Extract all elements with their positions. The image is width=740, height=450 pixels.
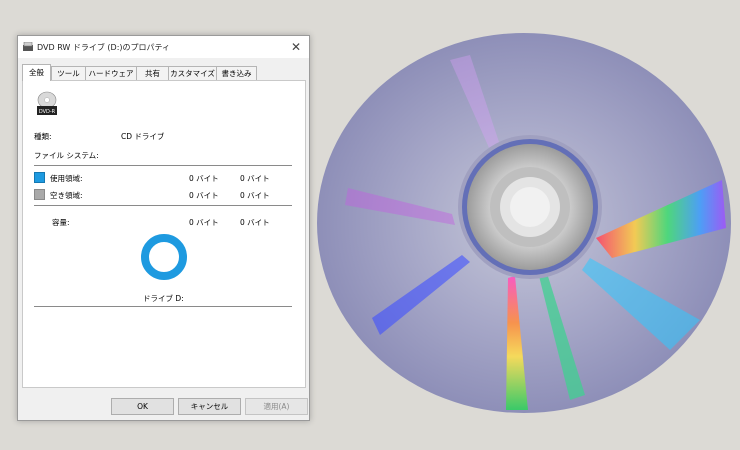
disk-usage-donut — [141, 234, 187, 280]
capacity-size: 0 バイト — [240, 218, 270, 227]
title-bar: DVD RW ドライブ (D:)のプロパティ ✕ — [18, 36, 309, 58]
free-space-label: 空き領域: — [50, 191, 83, 200]
ok-button[interactable]: OK — [111, 398, 174, 415]
cancel-button[interactable]: キャンセル — [178, 398, 241, 415]
free-space-bytes: 0 バイト — [189, 191, 219, 200]
capacity-bytes: 0 バイト — [189, 218, 219, 227]
capacity-label: 容量: — [52, 218, 70, 227]
tab-hardware[interactable]: ハードウェア — [85, 66, 137, 80]
tab-recording[interactable]: 書き込み — [216, 66, 257, 80]
tab-sharing[interactable]: 共有 — [136, 66, 169, 80]
drive-caption: ドライブ D: — [143, 294, 184, 303]
type-label: 種類: — [34, 132, 52, 141]
separator-bottom — [34, 306, 292, 307]
separator-middle — [34, 205, 292, 206]
tab-general[interactable]: 全般 — [22, 64, 51, 81]
used-space-swatch — [34, 172, 45, 183]
general-tab-panel: DVD-R 種類: CD ドライブ ファイル システム: 使用領域: 0 バイト… — [22, 80, 306, 388]
apply-button[interactable]: 適用(A) — [245, 398, 308, 415]
used-space-label: 使用領域: — [50, 174, 83, 183]
close-icon[interactable]: ✕ — [285, 38, 307, 56]
filesystem-label: ファイル システム: — [34, 151, 99, 160]
free-space-swatch — [34, 189, 45, 200]
drive-properties-dialog: DVD RW ドライブ (D:)のプロパティ ✕ 全般 ツール ハードウェア 共… — [17, 35, 310, 421]
dvd-r-icon: DVD-R — [37, 91, 57, 115]
type-value: CD ドライブ — [121, 132, 165, 141]
drive-icon — [23, 42, 33, 51]
drive-icon-label: DVD-R — [39, 109, 56, 115]
used-space-bytes: 0 バイト — [189, 174, 219, 183]
dialog-title: DVD RW ドライブ (D:)のプロパティ — [37, 43, 171, 52]
used-space-size: 0 バイト — [240, 174, 270, 183]
tab-customize[interactable]: カスタマイズ — [168, 66, 217, 80]
separator-top — [34, 165, 292, 166]
free-space-size: 0 バイト — [240, 191, 270, 200]
tab-tools[interactable]: ツール — [51, 66, 86, 80]
